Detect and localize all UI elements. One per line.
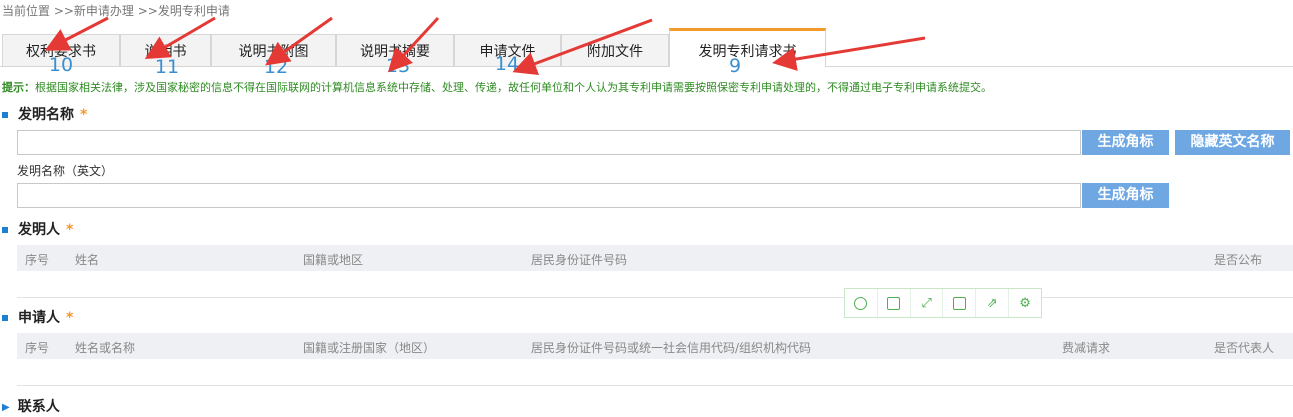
contact-section[interactable]: ▶ 联系人 xyxy=(2,396,60,416)
expand-icon[interactable]: ⤢ xyxy=(911,289,944,317)
column-header: 居民身份证件号码或统一社会信用代码/组织机构代码 xyxy=(531,341,812,355)
inventor-table-header: 序号 姓名 国籍或地区 居民身份证件号码 是否公布 xyxy=(17,245,1293,271)
column-header: 居民身份证件号码 xyxy=(531,253,628,267)
breadcrumb: 当前位置 >>新申请办理 >>发明专利申请 xyxy=(2,4,230,18)
english-generate-subscript-button[interactable]: 生成角标 xyxy=(1082,183,1169,208)
required-star: * xyxy=(80,107,88,123)
hide-english-name-button[interactable]: 隐藏英文名称 xyxy=(1175,130,1290,155)
english-name-label: 发明名称（英文） xyxy=(17,164,114,178)
column-header: 国籍或注册国家（地区） xyxy=(303,341,436,355)
column-header: 国籍或地区 xyxy=(303,253,364,267)
generate-subscript-button[interactable]: 生成角标 xyxy=(1082,130,1169,155)
column-header: 是否公布 xyxy=(1214,253,1263,267)
english-name-input[interactable] xyxy=(17,183,1081,208)
column-header: 姓名或名称 xyxy=(75,341,136,355)
column-header: 姓名 xyxy=(75,253,100,267)
column-header: 是否代表人 xyxy=(1214,341,1275,355)
annotation-number: 10 xyxy=(48,54,74,76)
annotation-number: 12 xyxy=(263,56,289,78)
invention-name-section: 发明名称 * xyxy=(2,104,87,124)
square-bullet-icon xyxy=(2,112,8,118)
expand-triangle-icon: ▶ xyxy=(2,401,10,413)
tab-bar: 权利要求书 说明书 说明书附图 说明书摘要 申请文件 附加文件 发明专利请求书 xyxy=(0,28,1293,67)
tablet-icon[interactable] xyxy=(878,289,911,317)
annotation-number: 9 xyxy=(728,55,742,77)
applicant-table-header: 序号 姓名或名称 国籍或注册国家（地区） 居民身份证件号码或统一社会信用代码/组… xyxy=(17,333,1293,359)
section-title: 申请人 xyxy=(18,310,60,326)
column-header: 序号 xyxy=(25,253,50,267)
column-header: 序号 xyxy=(25,341,50,355)
required-star: * xyxy=(66,222,74,238)
tab-invention-request[interactable]: 发明专利请求书 xyxy=(669,28,826,67)
share-icon[interactable]: ⇗ xyxy=(976,289,1010,317)
section-title: 发明名称 xyxy=(18,107,74,123)
square-bullet-icon xyxy=(2,315,8,321)
settings-icon[interactable]: ⚙ xyxy=(1009,289,1041,317)
divider xyxy=(17,297,1293,298)
floating-toolbar: ⤢ ⇗ ⚙ xyxy=(844,288,1042,318)
tip-text: 根据国家相关法律，涉及国家秘密的信息不得在国际联网的计算机信息系统中存储、处理、… xyxy=(35,81,992,94)
save-icon[interactable] xyxy=(943,289,977,317)
annotation-number: 11 xyxy=(154,56,180,78)
tip-prefix: 提示： xyxy=(2,81,35,94)
section-title: 联系人 xyxy=(17,399,60,415)
annotation-number: 14 xyxy=(494,53,520,75)
inventor-section: 发明人 * xyxy=(2,219,73,239)
tab-additional-files[interactable]: 附加文件 xyxy=(561,34,669,66)
column-header: 费减请求 xyxy=(1062,341,1111,355)
invention-name-input[interactable] xyxy=(17,130,1081,155)
section-title: 发明人 xyxy=(18,222,60,238)
square-bullet-icon xyxy=(2,227,8,233)
divider xyxy=(17,385,1293,386)
annotation-number: 13 xyxy=(385,55,411,77)
required-star: * xyxy=(66,310,74,326)
copyright-icon[interactable] xyxy=(845,289,878,317)
privacy-tip: 提示：根据国家相关法律，涉及国家秘密的信息不得在国际联网的计算机信息系统中存储、… xyxy=(2,79,992,95)
applicant-section: 申请人 * xyxy=(2,307,73,327)
